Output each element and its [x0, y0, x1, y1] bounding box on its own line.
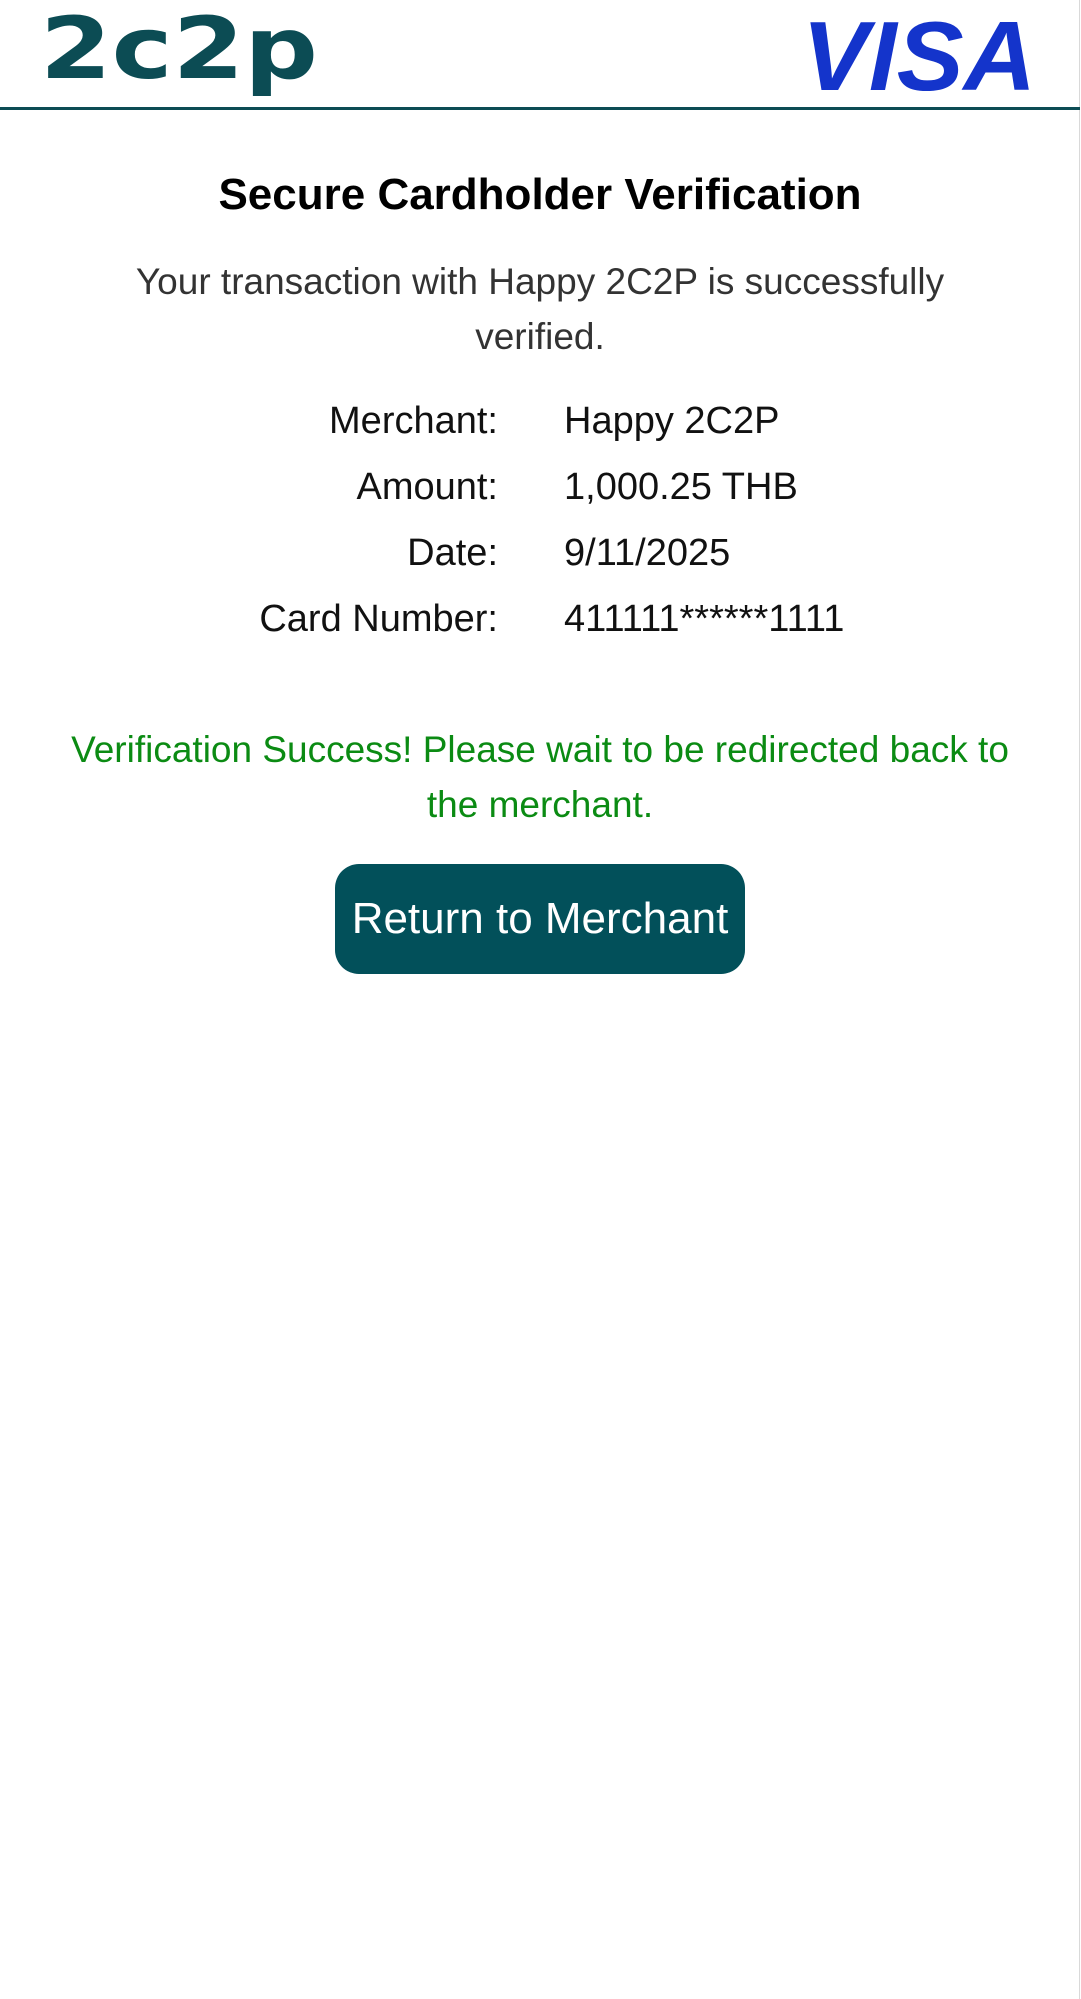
visa-logo: VISA: [802, 16, 1036, 94]
verification-content: Secure Cardholder Verification Your tran…: [0, 110, 1080, 974]
page-frame: 2c2p VISA Secure Cardholder Verification…: [0, 0, 1080, 1999]
date-label: Date:: [407, 532, 498, 574]
date-value: 9/11/2025: [564, 532, 731, 574]
merchant-label: Merchant:: [329, 400, 498, 442]
detail-row-card-number: Card Number: 411111******1111: [56, 586, 1024, 652]
merchant-value: Happy 2C2P: [564, 400, 780, 442]
2c2p-logo-text: 2c2p: [40, 14, 318, 98]
visa-logo-text: VISA: [802, 16, 1036, 94]
detail-row-merchant: Merchant: Happy 2C2P: [56, 388, 1024, 454]
2c2p-logo: 2c2p: [40, 14, 318, 98]
success-message: Verification Success! Please wait to be …: [71, 729, 1009, 825]
detail-row-amount: Amount: 1,000.25 THB: [56, 454, 1024, 520]
transaction-details: Merchant: Happy 2C2P Amount: 1,000.25 TH…: [56, 388, 1024, 652]
amount-value: 1,000.25 THB: [564, 466, 798, 508]
card-number-label: Card Number:: [259, 598, 498, 640]
page-title: Secure Cardholder Verification: [218, 170, 862, 219]
amount-label: Amount:: [356, 466, 498, 508]
card-number-value: 411111******1111: [564, 598, 845, 640]
verification-intro-text: Your transaction with Happy 2C2P is succ…: [135, 261, 945, 357]
return-to-merchant-button[interactable]: Return to Merchant: [335, 864, 745, 974]
detail-row-date: Date: 9/11/2025: [56, 520, 1024, 586]
header-bar: 2c2p VISA: [0, 0, 1080, 110]
